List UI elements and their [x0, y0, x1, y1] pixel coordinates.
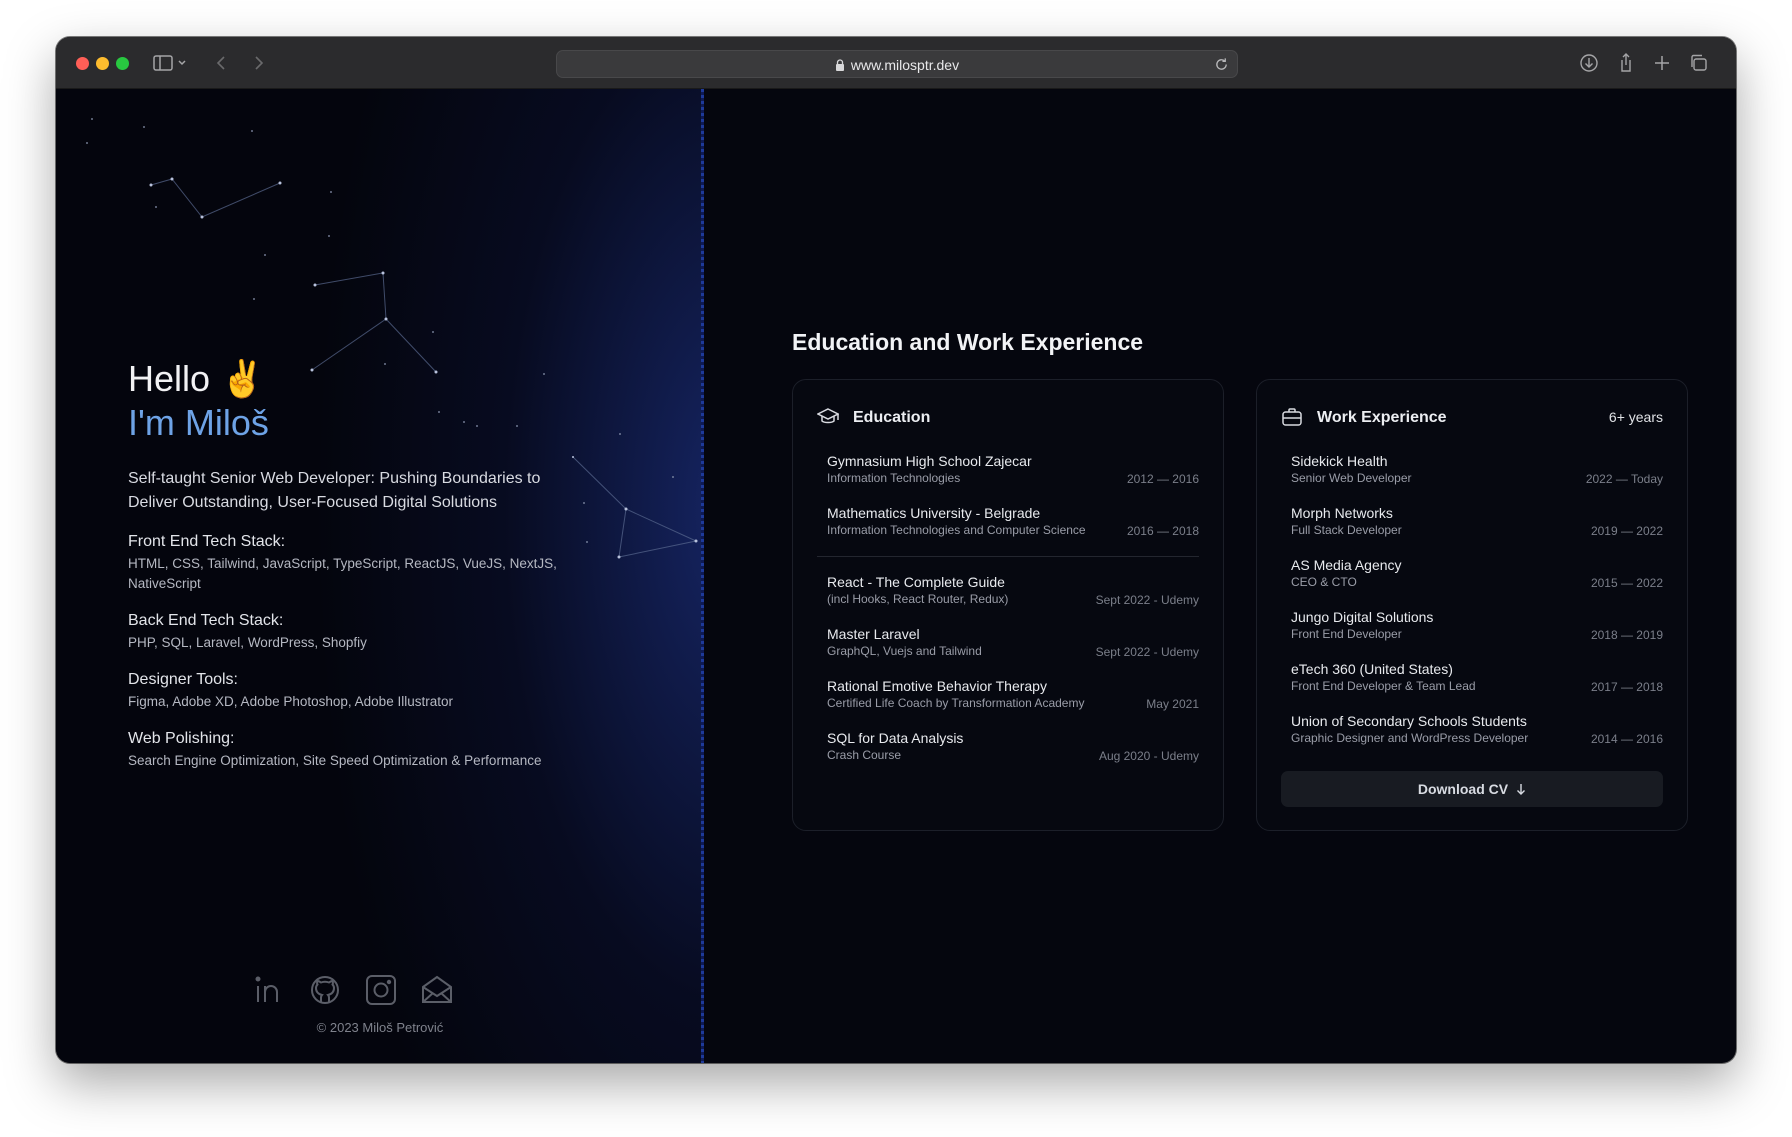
item-title: AS Media Agency: [1291, 557, 1402, 573]
stack-title: Designer Tools:: [128, 671, 238, 688]
item-title: Sidekick Health: [1291, 453, 1388, 469]
graduation-cap-icon: [816, 406, 840, 428]
item-date: 2018 — 2019: [1590, 628, 1663, 642]
download-cv-button[interactable]: Download CV: [1281, 771, 1663, 807]
stack-items: Figma, Adobe XD, Adobe Photoshop, Adobe …: [128, 694, 453, 709]
name-heading: I'm Miloš: [128, 402, 269, 443]
tagline: Self-taught Senior Web Developer: Pushin…: [128, 470, 541, 511]
item-date: 2014 — 2016: [1590, 732, 1663, 746]
chevron-down-icon[interactable]: [176, 51, 188, 75]
item-date: May 2021: [1146, 697, 1199, 711]
stack-designer-tools: Designer Tools: Figma, Adobe XD, Adobe P…: [128, 669, 588, 712]
browser-window: www.milosptr.dev Hello ✌️ I'm Miloš Self…: [56, 37, 1736, 1063]
work-item: Sidekick Health Senior Web Developer 202…: [1291, 452, 1663, 492]
stack-title: Back End Tech Stack:: [128, 612, 284, 629]
work-item: Morph Networks Full Stack Developer 2019…: [1291, 504, 1663, 544]
copyright: © 2023 Miloš Petrović: [316, 1020, 444, 1035]
work-item: Union of Secondary Schools Students Grap…: [1291, 712, 1663, 752]
work-item: AS Media Agency CEO & CTO 2015 — 2022: [1291, 556, 1663, 596]
tab-overview-icon[interactable]: [1688, 51, 1710, 75]
stack-items: Search Engine Optimization, Site Speed O…: [128, 753, 542, 768]
divider: [817, 556, 1199, 557]
download-cv-label: Download CV: [1417, 781, 1509, 797]
course-item: SQL for Data Analysis Crash Course Aug 2…: [827, 729, 1199, 769]
minimize-window-button[interactable]: [96, 57, 109, 70]
new-tab-icon[interactable]: [1652, 51, 1672, 75]
browser-toolbar: www.milosptr.dev: [56, 37, 1736, 89]
item-title: Union of Secondary Schools Students: [1291, 713, 1527, 729]
item-date: 2015 — 2022: [1590, 576, 1663, 590]
download-icon[interactable]: [1578, 51, 1600, 75]
greeting: Hello ✌️: [128, 358, 265, 399]
back-icon[interactable]: [214, 51, 230, 75]
education-item: Mathematics University - Belgrade Inform…: [827, 504, 1199, 544]
work-item: eTech 360 (United States) Front End Deve…: [1291, 660, 1663, 700]
course-item: React - The Complete Guide (incl Hooks, …: [827, 573, 1199, 613]
item-title: SQL for Data Analysis: [827, 730, 964, 746]
item-title: Master Laravel: [827, 626, 920, 642]
stack-title: Web Polishing:: [128, 730, 235, 747]
item-title: Rational Emotive Behavior Therapy: [827, 678, 1047, 694]
item-date: 2017 — 2018: [1590, 680, 1663, 694]
arrow-down-icon: [1517, 784, 1526, 795]
item-title: Jungo Digital Solutions: [1291, 609, 1434, 625]
stack-items: PHP, SQL, Laravel, WordPress, Shopfiy: [128, 635, 367, 650]
reload-icon[interactable]: [1214, 57, 1229, 72]
item-title: Gymnasium High School Zajecar: [827, 453, 1032, 469]
item-title: Mathematics University - Belgrade: [827, 505, 1041, 521]
intro-panel: Hello ✌️ I'm Miloš Self-taught Senior We…: [56, 89, 704, 1063]
item-date: Sept 2022 - Udemy: [1095, 645, 1199, 659]
hero-intro: Hello ✌️ I'm Miloš Self-taught Senior We…: [128, 357, 588, 771]
course-item: Master Laravel GraphQL, Vuejs and Tailwi…: [827, 625, 1199, 665]
item-subtitle: Certified Life Coach by Transformation A…: [827, 696, 1085, 710]
briefcase-icon: [1281, 406, 1303, 428]
lock-icon: [835, 59, 844, 71]
item-date: Sept 2022 - Udemy: [1095, 593, 1199, 607]
card-title: Work Experience: [1317, 409, 1447, 426]
years-badge: 6+ years: [1608, 409, 1663, 425]
card-header: Work Experience 6+ years: [1281, 406, 1663, 430]
item-date: 2019 — 2022: [1590, 524, 1663, 538]
item-title: Morph Networks: [1291, 505, 1393, 521]
close-window-button[interactable]: [76, 57, 89, 70]
item-title: React - The Complete Guide: [827, 574, 1005, 590]
stack-title: Front End Tech Stack:: [128, 533, 286, 550]
forward-icon[interactable]: [250, 51, 266, 75]
item-date: 2022 — Today: [1585, 472, 1663, 486]
address-bar[interactable]: www.milosptr.dev: [556, 50, 1238, 78]
share-icon[interactable]: [1616, 51, 1636, 75]
url-text: www.milosptr.dev: [850, 57, 960, 73]
course-item: Rational Emotive Behavior Therapy Certif…: [827, 677, 1199, 717]
item-date: 2012 — 2016: [1126, 472, 1199, 486]
education-item: Gymnasium High School Zajecar Informatio…: [827, 452, 1199, 492]
work-experience-card: Work Experience 6+ years Sidekick Health…: [1256, 379, 1688, 831]
stack-items: HTML, CSS, Tailwind, JavaScript, TypeScr…: [128, 556, 557, 591]
instagram-icon[interactable]: [364, 973, 398, 1007]
stack-back-end: Back End Tech Stack: PHP, SQL, Laravel, …: [128, 610, 588, 653]
mail-icon[interactable]: [420, 973, 454, 1007]
github-icon[interactable]: [308, 973, 342, 1007]
card-title: Education: [853, 409, 931, 426]
experience-panel: Education and Work Experience Education …: [704, 89, 1736, 1063]
stack-web-polishing: Web Polishing: Search Engine Optimizatio…: [128, 728, 588, 771]
item-title: eTech 360 (United States): [1291, 661, 1453, 677]
page-content: Hello ✌️ I'm Miloš Self-taught Senior We…: [56, 89, 1736, 1063]
linkedin-icon[interactable]: [252, 973, 286, 1007]
item-date: Aug 2020 - Udemy: [1098, 749, 1199, 763]
section-title: Education and Work Experience: [792, 329, 1144, 355]
item-date: 2016 — 2018: [1126, 524, 1199, 538]
maximize-window-button[interactable]: [116, 57, 129, 70]
stack-front-end: Front End Tech Stack: HTML, CSS, Tailwin…: [128, 531, 588, 594]
sidebar-icon[interactable]: [152, 51, 174, 75]
education-card: Education Gymnasium High School Zajecar …: [792, 379, 1224, 831]
card-header: Education: [816, 406, 1199, 430]
work-item: Jungo Digital Solutions Front End Develo…: [1291, 608, 1663, 648]
